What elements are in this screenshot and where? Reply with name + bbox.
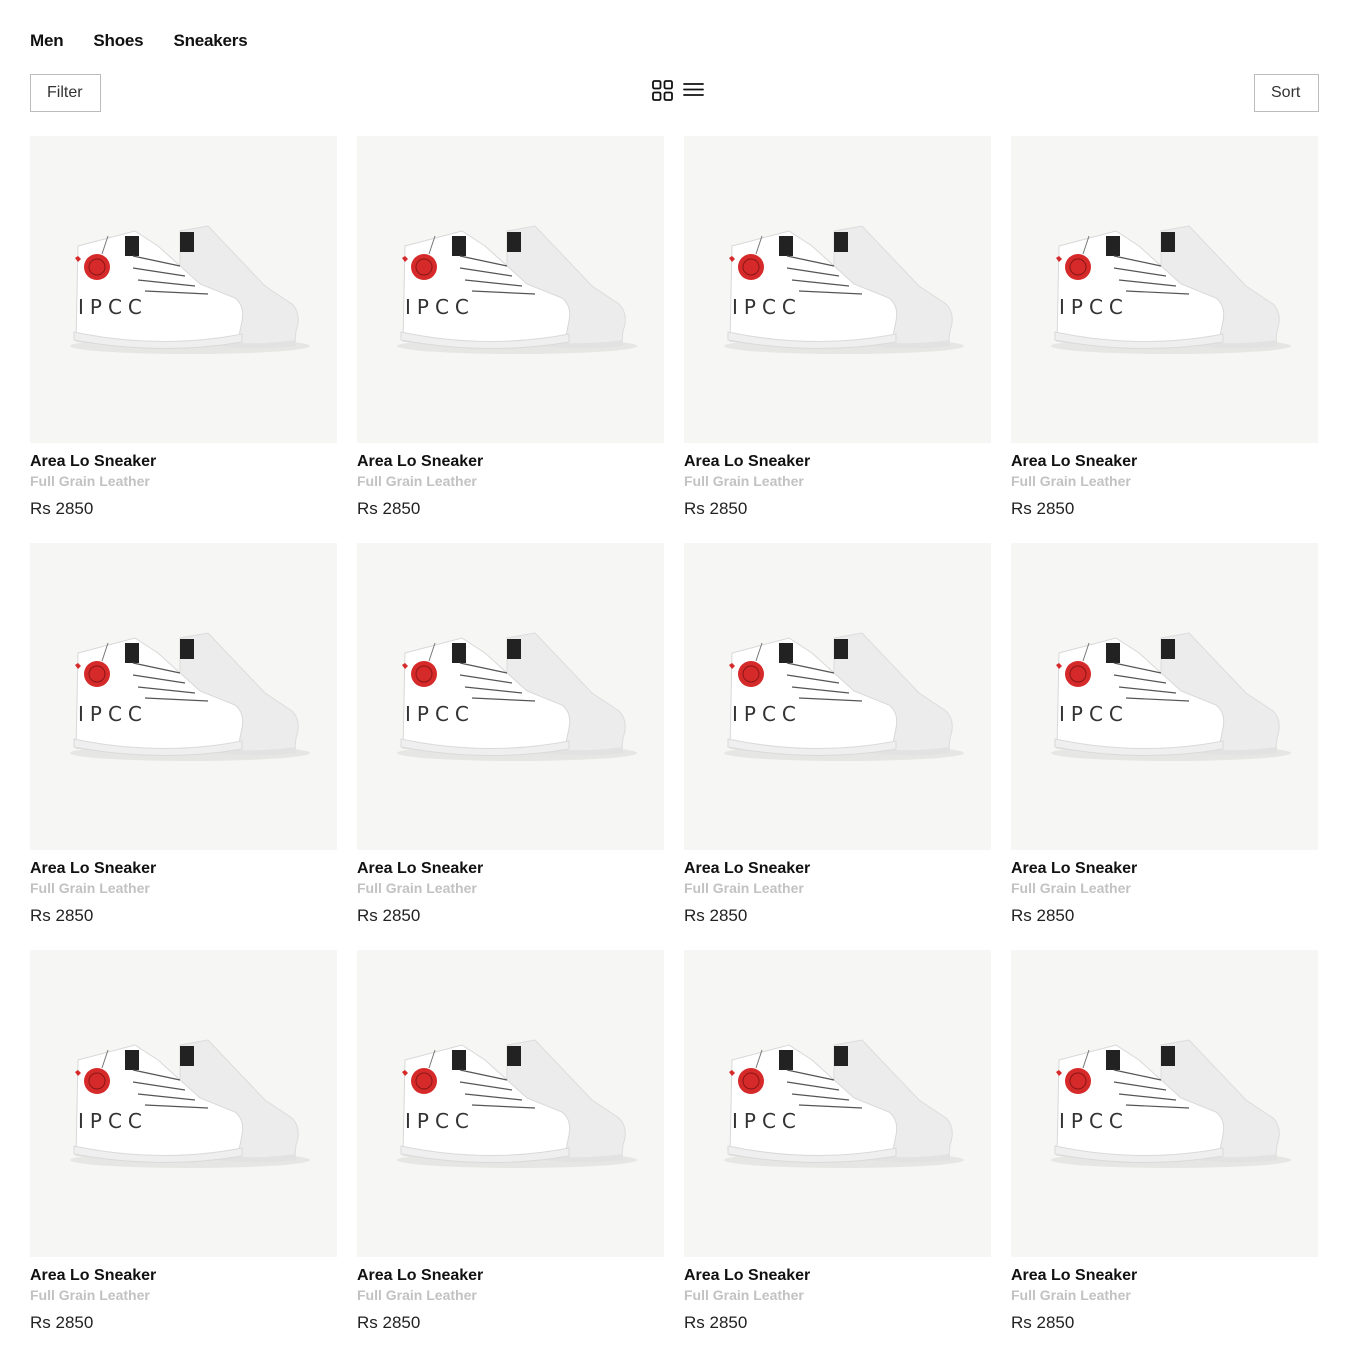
product-info: Area Lo Sneaker Full Grain Leather Rs 28… bbox=[684, 452, 991, 520]
product-card[interactable]: IPCC Area Lo Sneaker Full Grain Leather … bbox=[684, 543, 991, 925]
product-subtitle: Full Grain Leather bbox=[1011, 880, 1131, 896]
product-image: IPCC bbox=[684, 136, 991, 443]
product-card[interactable]: IPCC Area Lo Sneaker Full Grain Leather … bbox=[357, 543, 664, 925]
view-toggle bbox=[652, 80, 704, 102]
product-info: Area Lo Sneaker Full Grain Leather Rs 28… bbox=[357, 1266, 664, 1334]
product-card[interactable]: IPCC Area Lo Sneaker Full Grain Leather … bbox=[357, 136, 664, 518]
product-grid: IPCC Area Lo Sneaker Full Grain Leather … bbox=[30, 136, 1319, 1332]
product-card[interactable]: IPCC Area Lo Sneaker Full Grain Leather … bbox=[30, 136, 337, 518]
svg-text:IPCC: IPCC bbox=[78, 702, 148, 726]
product-image: IPCC bbox=[30, 543, 337, 850]
product-title[interactable]: Area Lo Sneaker bbox=[684, 859, 991, 879]
svg-text:IPCC: IPCC bbox=[405, 1109, 475, 1133]
product-info: Area Lo Sneaker Full Grain Leather Rs 28… bbox=[30, 452, 337, 520]
breadcrumb-men[interactable]: Men bbox=[30, 31, 64, 51]
product-price: Rs 2850 bbox=[30, 499, 94, 518]
product-price: Rs 2850 bbox=[357, 1313, 421, 1332]
product-card[interactable]: IPCC Area Lo Sneaker Full Grain Leather … bbox=[684, 950, 991, 1332]
product-price: Rs 2850 bbox=[357, 499, 421, 518]
product-title[interactable]: Area Lo Sneaker bbox=[1011, 859, 1318, 879]
list-view-icon[interactable] bbox=[683, 80, 704, 102]
product-card[interactable]: IPCC Area Lo Sneaker Full Grain Leather … bbox=[1011, 543, 1318, 925]
product-card[interactable]: IPCC Area Lo Sneaker Full Grain Leather … bbox=[30, 950, 337, 1332]
product-title[interactable]: Area Lo Sneaker bbox=[357, 452, 664, 472]
product-info: Area Lo Sneaker Full Grain Leather Rs 28… bbox=[357, 452, 664, 520]
breadcrumb-shoes[interactable]: Shoes bbox=[93, 31, 143, 51]
product-subtitle: Full Grain Leather bbox=[684, 1287, 804, 1303]
product-image: IPCC bbox=[1011, 543, 1318, 850]
product-title[interactable]: Area Lo Sneaker bbox=[684, 452, 991, 472]
product-title[interactable]: Area Lo Sneaker bbox=[1011, 1266, 1318, 1286]
sort-button[interactable]: Sort bbox=[1254, 74, 1319, 112]
svg-text:IPCC: IPCC bbox=[732, 1109, 802, 1133]
product-price: Rs 2850 bbox=[1011, 1313, 1075, 1332]
product-info: Area Lo Sneaker Full Grain Leather Rs 28… bbox=[684, 1266, 991, 1334]
product-info: Area Lo Sneaker Full Grain Leather Rs 28… bbox=[684, 859, 991, 927]
svg-text:IPCC: IPCC bbox=[1059, 702, 1129, 726]
svg-text:IPCC: IPCC bbox=[1059, 295, 1129, 319]
product-card[interactable]: IPCC Area Lo Sneaker Full Grain Leather … bbox=[1011, 950, 1318, 1332]
product-price: Rs 2850 bbox=[684, 499, 748, 518]
product-price: Rs 2850 bbox=[1011, 499, 1075, 518]
breadcrumb: Men Shoes Sneakers bbox=[30, 30, 248, 52]
product-card[interactable]: IPCC Area Lo Sneaker Full Grain Leather … bbox=[30, 543, 337, 925]
product-card[interactable]: IPCC Area Lo Sneaker Full Grain Leather … bbox=[357, 950, 664, 1332]
svg-text:IPCC: IPCC bbox=[78, 295, 148, 319]
svg-text:IPCC: IPCC bbox=[78, 1109, 148, 1133]
grid-view-icon[interactable] bbox=[652, 80, 673, 102]
product-subtitle: Full Grain Leather bbox=[357, 473, 477, 489]
product-image: IPCC bbox=[357, 543, 664, 850]
product-subtitle: Full Grain Leather bbox=[1011, 1287, 1131, 1303]
product-image: IPCC bbox=[357, 950, 664, 1257]
product-subtitle: Full Grain Leather bbox=[684, 880, 804, 896]
product-price: Rs 2850 bbox=[684, 906, 748, 925]
product-info: Area Lo Sneaker Full Grain Leather Rs 28… bbox=[1011, 859, 1318, 927]
product-info: Area Lo Sneaker Full Grain Leather Rs 28… bbox=[30, 1266, 337, 1334]
product-price: Rs 2850 bbox=[357, 906, 421, 925]
product-title[interactable]: Area Lo Sneaker bbox=[1011, 452, 1318, 472]
product-image: IPCC bbox=[1011, 136, 1318, 443]
product-title[interactable]: Area Lo Sneaker bbox=[684, 1266, 991, 1286]
breadcrumb-sneakers[interactable]: Sneakers bbox=[173, 31, 247, 51]
product-subtitle: Full Grain Leather bbox=[1011, 473, 1131, 489]
product-subtitle: Full Grain Leather bbox=[357, 1287, 477, 1303]
product-image: IPCC bbox=[30, 136, 337, 443]
product-image: IPCC bbox=[1011, 950, 1318, 1257]
product-card[interactable]: IPCC Area Lo Sneaker Full Grain Leather … bbox=[1011, 136, 1318, 518]
product-card[interactable]: IPCC Area Lo Sneaker Full Grain Leather … bbox=[684, 136, 991, 518]
product-price: Rs 2850 bbox=[684, 1313, 748, 1332]
svg-text:IPCC: IPCC bbox=[405, 702, 475, 726]
product-image: IPCC bbox=[357, 136, 664, 443]
product-info: Area Lo Sneaker Full Grain Leather Rs 28… bbox=[1011, 1266, 1318, 1334]
svg-text:IPCC: IPCC bbox=[1059, 1109, 1129, 1133]
product-subtitle: Full Grain Leather bbox=[684, 473, 804, 489]
product-subtitle: Full Grain Leather bbox=[30, 880, 150, 896]
product-image: IPCC bbox=[30, 950, 337, 1257]
product-subtitle: Full Grain Leather bbox=[357, 880, 477, 896]
product-price: Rs 2850 bbox=[30, 1313, 94, 1332]
product-title[interactable]: Area Lo Sneaker bbox=[30, 452, 337, 472]
product-info: Area Lo Sneaker Full Grain Leather Rs 28… bbox=[1011, 452, 1318, 520]
product-price: Rs 2850 bbox=[30, 906, 94, 925]
product-price: Rs 2850 bbox=[1011, 906, 1075, 925]
svg-text:IPCC: IPCC bbox=[405, 295, 475, 319]
product-subtitle: Full Grain Leather bbox=[30, 473, 150, 489]
product-title[interactable]: Area Lo Sneaker bbox=[357, 859, 664, 879]
svg-text:IPCC: IPCC bbox=[732, 295, 802, 319]
product-info: Area Lo Sneaker Full Grain Leather Rs 28… bbox=[30, 859, 337, 927]
product-title[interactable]: Area Lo Sneaker bbox=[30, 1266, 337, 1286]
product-subtitle: Full Grain Leather bbox=[30, 1287, 150, 1303]
filter-button[interactable]: Filter bbox=[30, 74, 101, 112]
product-title[interactable]: Area Lo Sneaker bbox=[357, 1266, 664, 1286]
product-title[interactable]: Area Lo Sneaker bbox=[30, 859, 337, 879]
product-image: IPCC bbox=[684, 950, 991, 1257]
svg-text:IPCC: IPCC bbox=[732, 702, 802, 726]
product-image: IPCC bbox=[684, 543, 991, 850]
product-info: Area Lo Sneaker Full Grain Leather Rs 28… bbox=[357, 859, 664, 927]
